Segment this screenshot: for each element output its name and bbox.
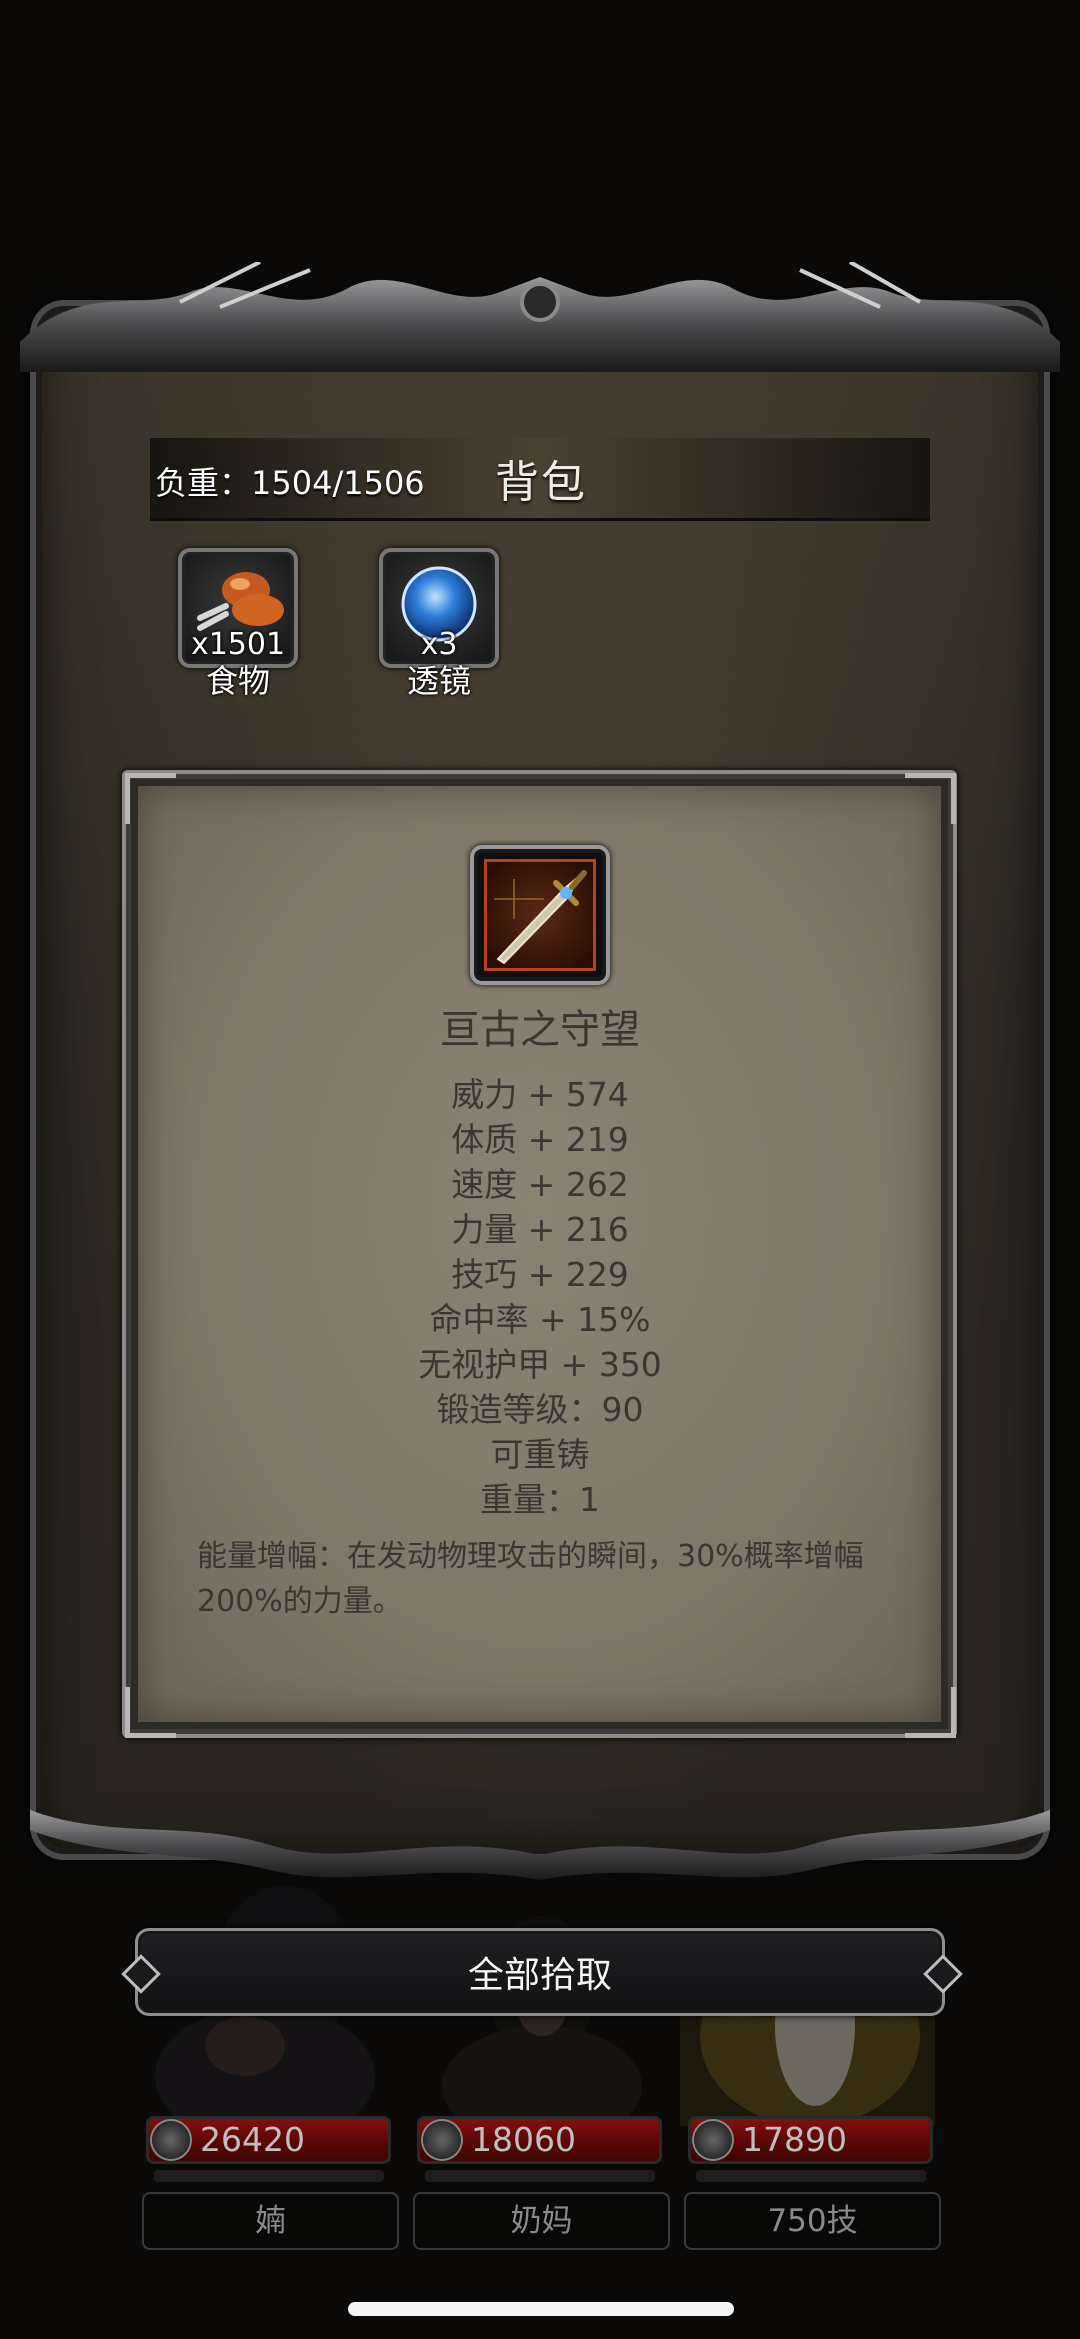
- item-slot-lens[interactable]: x3: [379, 548, 499, 668]
- item-slot-food[interactable]: x1501: [178, 548, 298, 668]
- weapon-slot: [470, 845, 610, 985]
- sub-bar: [154, 2170, 384, 2182]
- sub-bar: [425, 2170, 655, 2182]
- weight-label: 负重：1504/1506: [155, 464, 425, 502]
- hp-bar: 26420: [146, 2116, 391, 2164]
- sub-bar: [696, 2170, 926, 2182]
- pickup-all-button[interactable]: 全部拾取: [135, 1928, 945, 2016]
- hp-icon: [152, 2121, 190, 2159]
- stat-line: 命中率 + 15%: [429, 1300, 651, 1339]
- stat-line: 可重铸: [490, 1435, 590, 1474]
- item-description: 能量增幅：在发动物理攻击的瞬间，30%概率增幅200%的力量。: [197, 1539, 864, 1619]
- ornate-frame-top: [20, 262, 1060, 372]
- panel-corner: [125, 1687, 176, 1738]
- stat-line: 锻造等级：90: [436, 1390, 644, 1429]
- panel-corner: [905, 1687, 956, 1738]
- hp-value: 26420: [200, 2120, 305, 2159]
- lens-label: 透镜: [406, 662, 471, 700]
- sword-icon: [494, 870, 587, 965]
- ornate-frame-bottom: [30, 1810, 1050, 1880]
- hero-name: 750技: [684, 2192, 941, 2250]
- hero-name: 奶妈: [413, 2192, 670, 2250]
- hero-name: 婻: [142, 2192, 399, 2250]
- food-label: 食物: [205, 662, 270, 700]
- stat-line: 威力 + 574: [451, 1075, 629, 1114]
- hp-icon: [423, 2121, 461, 2159]
- panel-corner: [905, 773, 956, 824]
- panel-corner: [125, 773, 176, 824]
- stat-line: 体质 + 219: [451, 1120, 629, 1159]
- home-indicator[interactable]: [348, 2302, 734, 2316]
- hp-icon: [694, 2121, 732, 2159]
- hp-value: 17890: [742, 2120, 847, 2159]
- hp-bar: 17890: [688, 2116, 933, 2164]
- stat-line: 无视护甲 + 350: [418, 1345, 662, 1384]
- stat-line: 技巧 + 229: [451, 1255, 629, 1294]
- hp-bar: 18060: [417, 2116, 662, 2164]
- stat-line: 速度 + 262: [451, 1165, 629, 1204]
- stat-line: 力量 + 216: [451, 1210, 629, 1249]
- bag-title: 背包: [495, 457, 587, 508]
- item-stats: 威力 + 574 体质 + 219 速度 + 262 力量 + 216 技巧 +…: [0, 1072, 1080, 1522]
- stat-line: 重量：1: [480, 1480, 600, 1519]
- item-name: 亘古之守望: [440, 1007, 640, 1053]
- hp-value: 18060: [471, 2120, 576, 2159]
